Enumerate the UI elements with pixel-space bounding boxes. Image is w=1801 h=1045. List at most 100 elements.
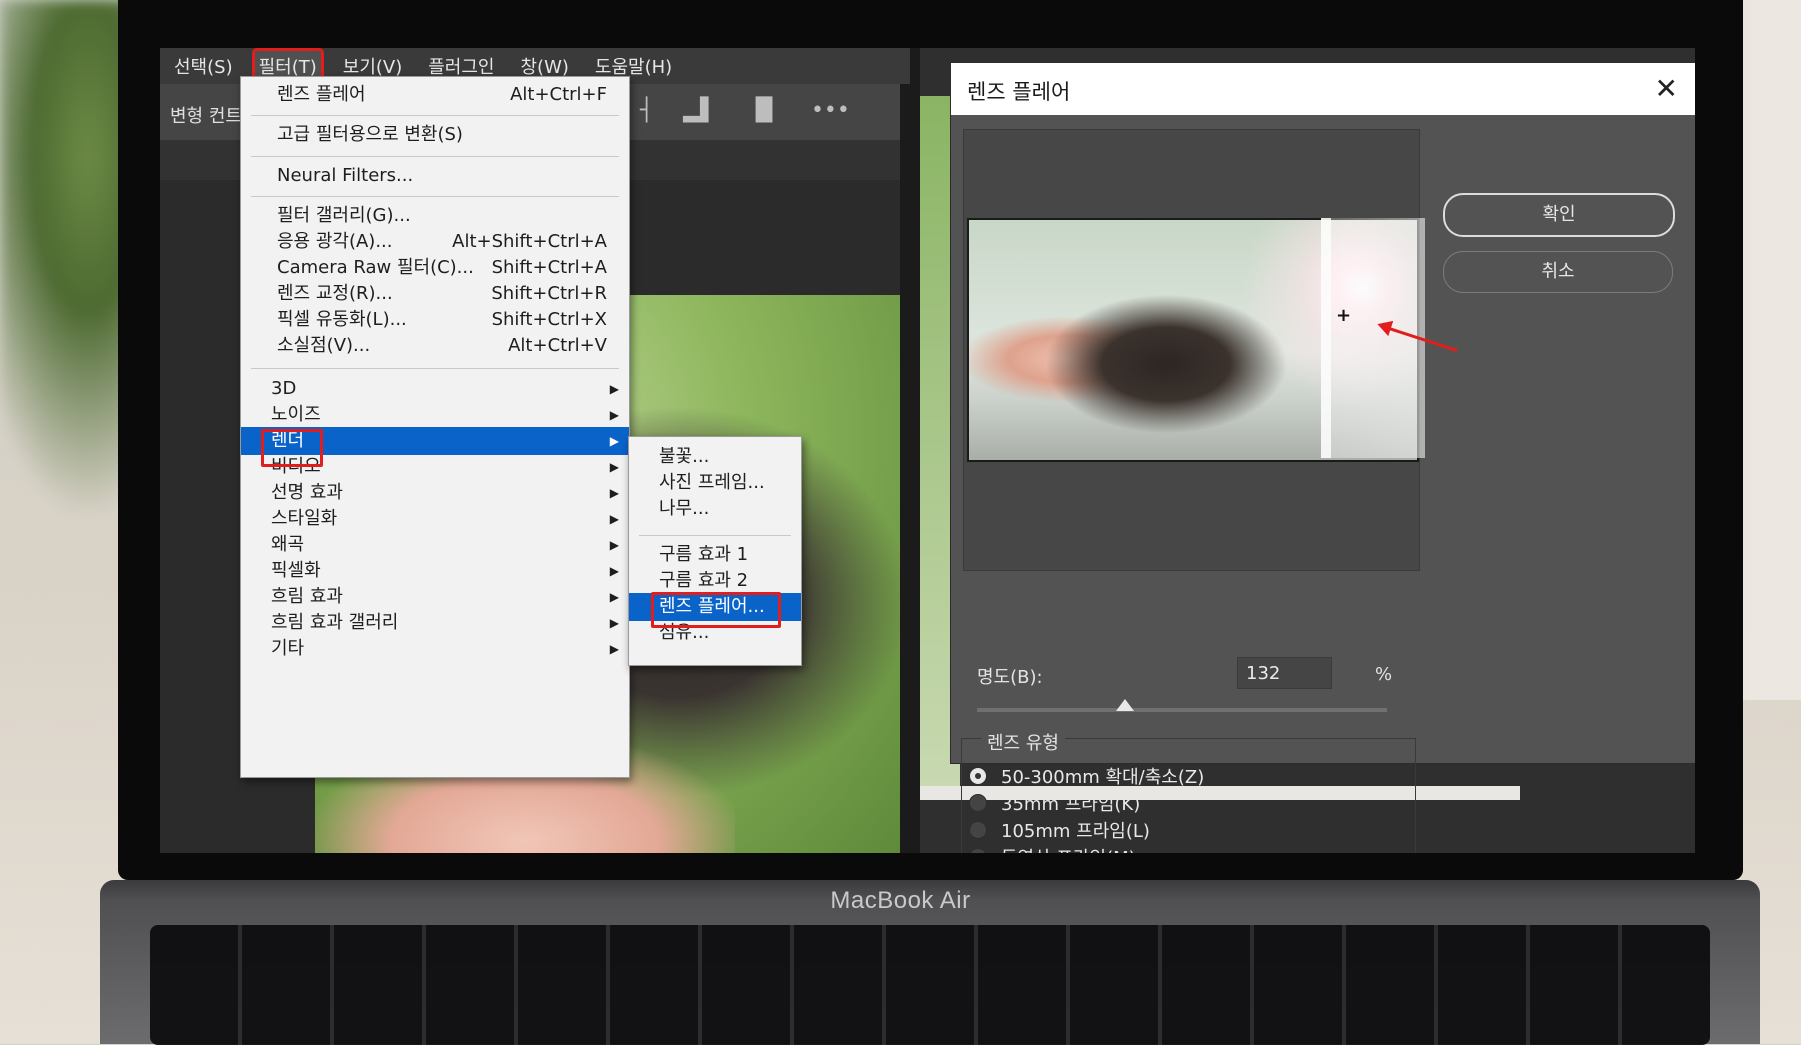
- filter-item-stylize[interactable]: 스타일화 ▶: [241, 505, 629, 533]
- menu-item-label: 픽셀 유동화(L)...: [277, 309, 407, 330]
- filter-item-video[interactable]: 비디오 ▶: [241, 453, 629, 481]
- submenu-arrow-icon: ▶: [609, 434, 619, 448]
- menu-item-label: 스타일화: [271, 508, 338, 529]
- radio-icon[interactable]: [969, 848, 987, 853]
- menu-item-label: 픽셀화: [271, 560, 321, 581]
- filter-item-neural-filters[interactable]: Neural Filters...: [241, 162, 629, 190]
- brightness-slider-track[interactable]: [977, 708, 1387, 712]
- render-item-clouds-2[interactable]: 구름 효과 2: [629, 567, 801, 595]
- filter-item-vanishing-point[interactable]: 소실점(V)... Alt+Ctrl+V: [241, 332, 629, 360]
- filter-item-liquify[interactable]: 픽셀 유동화(L)... Shift+Ctrl+X: [241, 306, 629, 334]
- submenu-arrow-icon: ▶: [609, 486, 619, 500]
- render-item-clouds-1[interactable]: 구름 효과 1: [629, 541, 801, 569]
- menu-item-label: 불꽃...: [659, 446, 710, 467]
- menu-item-label: 왜곡: [271, 534, 305, 555]
- filter-item-camera-raw[interactable]: Camera Raw 필터(C)... Shift+Ctrl+A: [241, 254, 629, 282]
- render-item-lens-flare[interactable]: 렌즈 플레어...: [629, 593, 801, 621]
- menu-item-label: 흐림 효과: [271, 586, 343, 607]
- menu-item-label: 렌즈 플레어...: [659, 596, 765, 617]
- laptop-keyboard: [150, 925, 1710, 1045]
- submenu-arrow-icon: ▶: [609, 408, 619, 422]
- filter-item-blur-gallery[interactable]: 흐림 효과 갤러리 ▶: [241, 609, 629, 637]
- menu-item-label: 섬유...: [659, 622, 710, 643]
- filter-item-3d[interactable]: 3D ▶: [241, 375, 629, 403]
- render-item-flame[interactable]: 불꽃...: [629, 443, 801, 471]
- submenu-arrow-icon: ▶: [609, 538, 619, 552]
- filter-item-gallery[interactable]: 필터 갤러리(G)...: [241, 202, 629, 230]
- radio-icon[interactable]: [969, 821, 987, 839]
- menu-item-label: 구름 효과 1: [659, 544, 749, 565]
- filter-item-render[interactable]: 렌더 ▶: [241, 427, 629, 455]
- options-label: 변형 컨트: [170, 106, 242, 127]
- filter-menu: 렌즈 플레어 Alt+Ctrl+F 고급 필터용으로 변환(S) Neural …: [240, 76, 630, 778]
- filter-item-distort[interactable]: 왜곡 ▶: [241, 531, 629, 559]
- align-bottom-icon[interactable]: ▂▌: [683, 98, 717, 123]
- ok-button[interactable]: 확인: [1443, 193, 1675, 237]
- radio-icon[interactable]: [969, 794, 987, 812]
- submenu-arrow-icon: ▶: [609, 564, 619, 578]
- menu-item-label: 기타: [271, 638, 305, 659]
- lens-type-option-label: 105mm 프라임(L): [1001, 821, 1150, 842]
- brightness-unit: %: [1375, 664, 1393, 685]
- filter-item-blur[interactable]: 흐림 효과 ▶: [241, 583, 629, 611]
- lens-type-option-label: 35mm 프라임(K): [1001, 794, 1141, 815]
- menu-item-shortcut: Shift+Ctrl+X: [491, 309, 607, 330]
- submenu-arrow-icon: ▶: [609, 642, 619, 656]
- lens-type-label: 렌즈 유형: [981, 729, 1065, 755]
- brightness-slider-thumb[interactable]: [1115, 699, 1134, 711]
- close-icon[interactable]: ✕: [1655, 72, 1678, 105]
- brightness-input[interactable]: 132: [1237, 657, 1332, 689]
- filter-item-sharpen[interactable]: 선명 효과 ▶: [241, 479, 629, 507]
- menu-item-label: 3D: [271, 378, 297, 399]
- submenu-arrow-icon: ▶: [609, 512, 619, 526]
- filter-item-lens-flare-last[interactable]: 렌즈 플레어 Alt+Ctrl+F: [241, 81, 629, 109]
- menu-separator: [251, 368, 619, 369]
- submenu-arrow-icon: ▶: [609, 616, 619, 630]
- menu-item-shortcut: Alt+Ctrl+F: [510, 84, 607, 105]
- menu-item-shortcut: Alt+Shift+Ctrl+A: [452, 231, 607, 252]
- menu-item-label: 노이즈: [271, 404, 321, 425]
- align-left-icon[interactable]: ┤: [640, 98, 653, 123]
- radio-selected-icon[interactable]: [969, 767, 987, 785]
- menu-separator: [251, 196, 619, 197]
- menu-item-label: 렌즈 교정(R)...: [277, 283, 393, 304]
- lens-type-option-label: 50-300mm 확대/축소(Z): [1001, 767, 1205, 788]
- lens-type-option-label: 동영상 프라임(M): [1001, 844, 1136, 853]
- distribute-icon[interactable]: ▐▌: [747, 98, 781, 123]
- filter-item-lens-correction[interactable]: 렌즈 교정(R)... Shift+Ctrl+R: [241, 280, 629, 308]
- render-item-picture-frame[interactable]: 사진 프레임...: [629, 469, 801, 497]
- render-item-tree[interactable]: 나무...: [629, 495, 801, 523]
- filter-item-pixelate[interactable]: 픽셀화 ▶: [241, 557, 629, 585]
- menu-select[interactable]: 선택(S): [170, 51, 237, 81]
- laptop-screen: 선택(S) 필터(T) 보기(V) 플러그인 창(W) 도움말(H) 변형 컨트…: [160, 48, 1695, 853]
- submenu-arrow-icon: ▶: [609, 460, 619, 474]
- photoshop-window: 선택(S) 필터(T) 보기(V) 플러그인 창(W) 도움말(H) 변형 컨트…: [160, 48, 910, 853]
- menu-item-label: 응용 광각(A)...: [277, 231, 393, 252]
- laptop-brand: MacBook Air: [830, 887, 971, 914]
- menu-item-label: 나무...: [659, 498, 710, 519]
- menu-item-label: Neural Filters...: [277, 165, 414, 186]
- preview-window-frame: [1321, 218, 1425, 458]
- menu-item-shortcut: Shift+Ctrl+R: [491, 283, 607, 304]
- dialog-title: 렌즈 플레어: [967, 80, 1071, 104]
- lens-type-option-zoom[interactable]: 50-300mm 확대/축소(Z): [969, 763, 1204, 789]
- menu-item-shortcut: Shift+Ctrl+A: [491, 257, 607, 278]
- render-item-fibers[interactable]: 섬유...: [629, 619, 801, 647]
- menu-item-label: 구름 효과 2: [659, 570, 749, 591]
- filter-item-noise[interactable]: 노이즈 ▶: [241, 401, 629, 429]
- lens-type-option-35mm[interactable]: 35mm 프라임(K): [969, 790, 1140, 816]
- filter-item-adaptive-wide-angle[interactable]: 응용 광각(A)... Alt+Shift+Ctrl+A: [241, 228, 629, 256]
- filter-item-other[interactable]: 기타 ▶: [241, 635, 629, 663]
- menu-item-label: 선명 효과: [271, 482, 343, 503]
- cancel-button[interactable]: 취소: [1443, 251, 1673, 293]
- brightness-label: 명도(B):: [977, 667, 1043, 688]
- more-options-icon[interactable]: •••: [811, 98, 850, 123]
- render-submenu: 불꽃... 사진 프레임... 나무... 구름 효과 1 구름 효과 2 렌즈…: [628, 436, 802, 666]
- filter-item-smart-filter[interactable]: 고급 필터용으로 변환(S): [241, 121, 629, 149]
- menu-item-label: 비디오: [271, 456, 321, 477]
- lens-type-option-movie[interactable]: 동영상 프라임(M): [969, 844, 1136, 853]
- menu-item-label: 사진 프레임...: [659, 472, 765, 493]
- submenu-arrow-icon: ▶: [609, 382, 619, 396]
- lens-type-option-105mm[interactable]: 105mm 프라임(L): [969, 817, 1150, 843]
- flare-center-crosshair-icon[interactable]: +: [1336, 305, 1351, 326]
